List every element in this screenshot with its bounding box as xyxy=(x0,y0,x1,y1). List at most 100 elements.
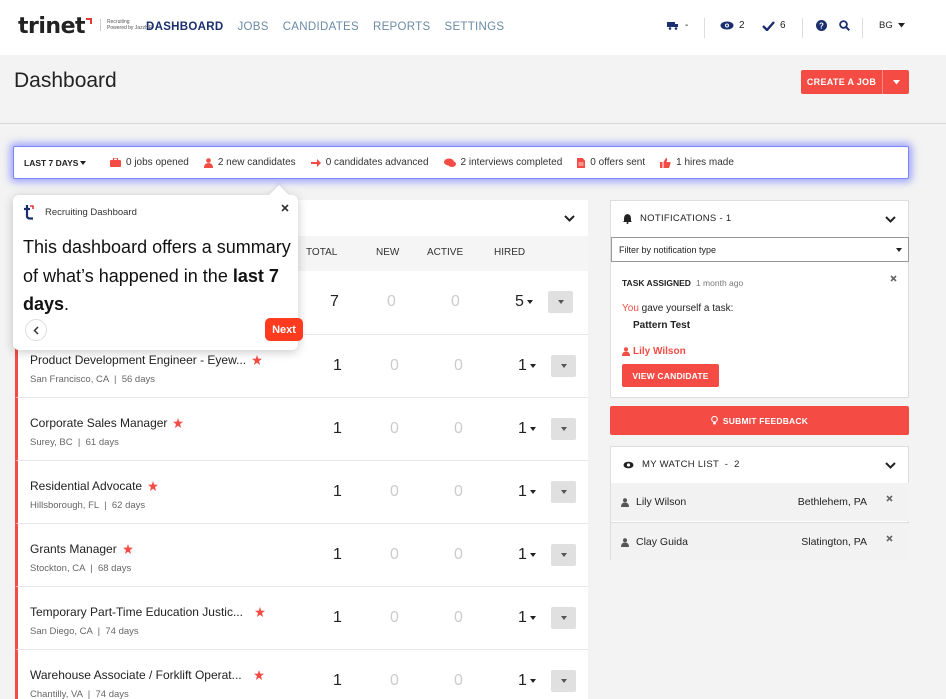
active-count: 0 xyxy=(451,293,460,310)
watch-count-button[interactable]: 2 xyxy=(720,20,745,31)
job-row[interactable]: Residential Advocate Hillsborough, FL | … xyxy=(15,460,588,523)
job-row[interactable]: Grants Manager Stockton, CA | 68 days 1 … xyxy=(15,523,588,586)
submit-feedback-button[interactable]: SUBMIT FEEDBACK xyxy=(610,406,909,435)
star-icon xyxy=(173,418,184,428)
job-title-text: Product Development Engineer - Eyew... xyxy=(30,353,247,367)
star-icon xyxy=(254,607,265,617)
submit-feedback-label: SUBMIT FEEDBACK xyxy=(722,415,809,426)
job-title-text: Corporate Sales Manager xyxy=(30,416,168,430)
chevron-down-icon xyxy=(564,215,575,222)
hired-value: 1 xyxy=(518,672,527,689)
watch-count: 2 xyxy=(739,20,745,31)
hired-count[interactable]: 1 xyxy=(518,672,536,690)
watch-list-header[interactable]: MY WATCH LIST - 2 xyxy=(623,459,740,470)
popover-body-end: . xyxy=(64,294,70,314)
remove-from-watch-list-button[interactable] xyxy=(886,494,893,505)
job-row[interactable]: Warehouse Associate / Forklift Operat...… xyxy=(15,649,588,699)
user-menu[interactable]: BG xyxy=(879,20,905,31)
row-actions-dropdown[interactable] xyxy=(551,481,576,503)
row-actions-dropdown[interactable] xyxy=(551,670,576,692)
job-row[interactable]: Corporate Sales Manager Surey, BC | 61 d… xyxy=(15,397,588,460)
date-range-dropdown[interactable]: LAST 7 DAYS xyxy=(24,158,110,168)
queue-button[interactable]: - xyxy=(667,20,688,31)
create-job-button[interactable]: CREATE A JOB xyxy=(801,70,883,94)
popover-next-button[interactable]: Next xyxy=(265,318,303,341)
watch-list-item[interactable]: Lily Wilson Bethlehem, PA xyxy=(611,483,909,521)
row-actions-dropdown[interactable] xyxy=(551,355,576,377)
job-meta: San Diego, CA | 74 days xyxy=(30,626,139,637)
collapse-jobs-button[interactable] xyxy=(564,213,575,225)
search-button[interactable] xyxy=(839,20,850,31)
dismiss-notification-button[interactable] xyxy=(890,274,897,285)
hired-count[interactable]: 1 xyxy=(518,546,536,564)
summary-new-candidates[interactable]: 2 new candidates xyxy=(203,157,296,168)
notifications-header[interactable]: NOTIFICATIONS - 1 xyxy=(623,213,731,224)
hired-count[interactable]: 1 xyxy=(518,357,536,375)
job-row[interactable]: Temporary Part-Time Education Justic... … xyxy=(15,586,588,649)
summary-hires-made[interactable]: 1 hires made xyxy=(660,157,734,168)
summary-offers-sent[interactable]: 0 offers sent xyxy=(577,157,645,168)
collapse-notifications-button[interactable] xyxy=(885,214,896,226)
summary-candidates-advanced[interactable]: 0 candidates advanced xyxy=(310,157,429,168)
total-count: 1 xyxy=(333,483,342,500)
close-popover-button[interactable] xyxy=(281,201,289,215)
job-title[interactable]: Grants Manager xyxy=(30,542,133,556)
top-nav: trinet Recruiting Powered by JazzHR DASH… xyxy=(0,0,946,55)
popover-previous-button[interactable] xyxy=(25,319,47,341)
caret-down-icon xyxy=(529,679,536,683)
caret-down-icon xyxy=(560,427,567,431)
caret-down-icon xyxy=(560,490,567,494)
column-new[interactable]: NEW xyxy=(376,247,399,258)
column-total[interactable]: TOTAL xyxy=(306,247,337,258)
create-job-dropdown[interactable] xyxy=(883,70,909,94)
view-candidate-button[interactable]: VIEW CANDIDATE xyxy=(622,364,719,387)
caret-down-icon xyxy=(560,616,567,620)
row-actions-dropdown[interactable] xyxy=(548,291,573,313)
task-candidate-link[interactable]: Lily Wilson xyxy=(622,346,686,357)
job-title-text: Residential Advocate xyxy=(30,479,143,493)
active-count: 0 xyxy=(454,420,463,437)
watch-candidate[interactable]: Clay Guida xyxy=(621,536,688,548)
active-count: 0 xyxy=(454,546,463,563)
task-you: You xyxy=(622,303,639,314)
task-name: Pattern Test xyxy=(633,320,691,331)
help-button[interactable]: ? xyxy=(816,20,827,31)
hired-count[interactable]: 1 xyxy=(518,420,536,438)
column-active[interactable]: ACTIVE xyxy=(427,247,463,258)
hired-value: 5 xyxy=(515,293,524,310)
summary-jobs-opened[interactable]: 0 jobs opened xyxy=(110,157,189,168)
popover-header-text: Recruiting Dashboard xyxy=(45,207,137,218)
summary-text: 1 hires made xyxy=(676,157,734,168)
remove-from-watch-list-button[interactable] xyxy=(886,534,893,545)
watch-candidate[interactable]: Lily Wilson xyxy=(621,496,686,508)
hired-count[interactable]: 5 xyxy=(515,293,533,311)
summary-interviews-completed[interactable]: 2 interviews completed xyxy=(443,157,562,168)
caret-down-icon xyxy=(529,364,536,368)
job-title[interactable]: Residential Advocate xyxy=(30,479,159,493)
job-title[interactable]: Product Development Engineer - Eyew... xyxy=(30,353,263,367)
chevron-down-icon xyxy=(885,216,896,223)
briefcase-icon xyxy=(110,158,121,167)
notification-type-filter[interactable]: Filter by notification type xyxy=(611,237,909,262)
row-actions-dropdown[interactable] xyxy=(551,418,576,440)
tasks-count-button[interactable]: 6 xyxy=(762,20,786,31)
bell-icon xyxy=(623,213,632,224)
nav-right-tools: - 2 6 ? BG xyxy=(0,18,946,38)
hired-count[interactable]: 1 xyxy=(518,609,536,627)
job-title[interactable]: Temporary Part-Time Education Justic... xyxy=(30,605,265,619)
job-age: 74 days xyxy=(105,626,139,637)
watch-candidate-name: Clay Guida xyxy=(636,536,688,548)
collapse-watch-list-button[interactable] xyxy=(885,460,896,472)
watch-list-item[interactable]: Clay Guida Slatington, PA xyxy=(611,522,909,560)
close-icon xyxy=(886,495,893,502)
hired-count[interactable]: 1 xyxy=(518,483,536,501)
total-count: 1 xyxy=(333,357,342,374)
row-actions-dropdown[interactable] xyxy=(551,607,576,629)
star-icon xyxy=(252,355,263,365)
job-title[interactable]: Warehouse Associate / Forklift Operat... xyxy=(30,668,264,682)
column-hired[interactable]: HIRED xyxy=(494,247,525,258)
row-actions-dropdown[interactable] xyxy=(551,544,576,566)
caret-down-icon xyxy=(529,553,536,557)
total-count: 1 xyxy=(333,609,342,626)
job-title[interactable]: Corporate Sales Manager xyxy=(30,416,184,430)
